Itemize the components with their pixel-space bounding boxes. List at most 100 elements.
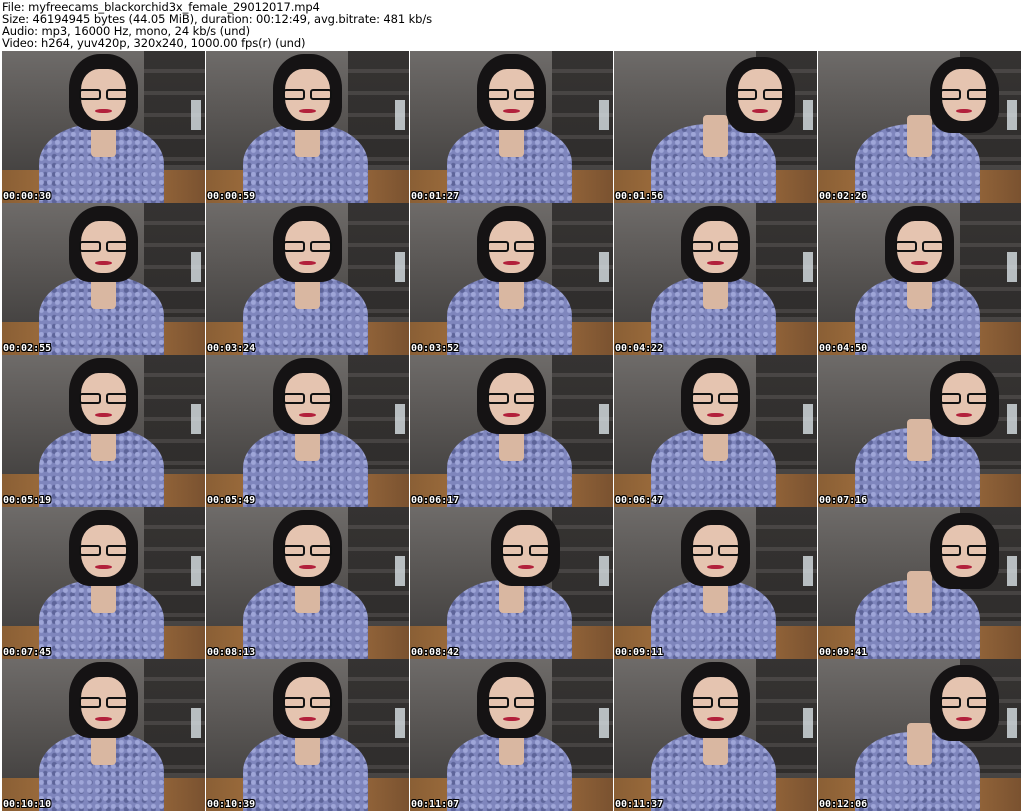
thumbnail-timestamp: 00:06:17 <box>411 495 460 506</box>
thumbnail-grid: 00:00:30 00:00:59 00:01:27 00:01:56 00:02:26… <box>2 51 1022 811</box>
video-thumbnail: 00:07:45 <box>2 507 205 659</box>
thumbnail-screen <box>395 251 405 282</box>
thumbnail-screen <box>395 99 405 130</box>
thumbnail-figure-neck <box>907 418 932 462</box>
thumbnail-figure-glasses <box>79 545 128 556</box>
thumbnail-timestamp: 00:03:24 <box>207 343 256 354</box>
thumbnail-figure-neck <box>907 114 932 158</box>
thumbnail-screen <box>191 251 201 282</box>
thumbnail-timestamp: 00:04:50 <box>819 343 868 354</box>
video-thumbnail: 00:00:59 <box>206 51 409 203</box>
thumbnail-figure-glasses <box>79 393 128 404</box>
thumbnail-screen <box>599 555 609 586</box>
video-thumbnail: 00:04:50 <box>818 203 1021 355</box>
video-thumbnail: 00:02:26 <box>818 51 1021 203</box>
thumbnail-screen <box>191 403 201 434</box>
video-thumbnail: 00:04:22 <box>614 203 817 355</box>
thumbnail-screen <box>191 99 201 130</box>
thumbnail-timestamp: 00:04:22 <box>615 343 664 354</box>
thumbnail-timestamp: 00:05:49 <box>207 495 256 506</box>
thumbnail-figure-glasses <box>735 89 785 100</box>
thumbnail-timestamp: 00:02:26 <box>819 191 868 202</box>
thumbnail-timestamp: 00:09:41 <box>819 647 868 658</box>
thumbnail-timestamp: 00:10:39 <box>207 799 256 810</box>
video-info-header: File: myfreecams_blackorchid3x_female_29… <box>0 0 1024 50</box>
video-thumbnail: 00:12:06 <box>818 659 1021 811</box>
thumbnail-screen <box>1007 251 1017 282</box>
thumbnail-figure-glasses <box>691 545 740 556</box>
thumbnail-figure-glasses <box>487 89 536 100</box>
thumbnail-figure-glasses <box>283 241 332 252</box>
thumbnail-timestamp: 00:12:06 <box>819 799 868 810</box>
thumbnail-figure-glasses <box>939 545 989 556</box>
thumbnail-timestamp: 00:01:27 <box>411 191 460 202</box>
thumbnail-figure-glasses <box>691 393 740 404</box>
thumbnail-figure-glasses <box>283 697 332 708</box>
video-thumbnail: 00:10:39 <box>206 659 409 811</box>
video-thumbnail: 00:09:11 <box>614 507 817 659</box>
thumbnail-screen <box>803 99 813 130</box>
thumbnail-figure-neck <box>907 722 932 766</box>
thumbnail-figure-glasses <box>487 697 536 708</box>
thumbnail-figure-glasses <box>79 697 128 708</box>
video-thumbnail: 00:09:41 <box>818 507 1021 659</box>
thumbnail-timestamp: 00:00:30 <box>3 191 52 202</box>
thumbnail-figure-neck <box>703 114 728 158</box>
video-thumbnail: 00:06:17 <box>410 355 613 507</box>
thumbnail-timestamp: 00:08:13 <box>207 647 256 658</box>
thumbnail-timestamp: 00:11:07 <box>411 799 460 810</box>
thumbnail-figure-glasses <box>283 89 332 100</box>
thumbnail-screen <box>1007 555 1017 586</box>
thumbnail-timestamp: 00:01:56 <box>615 191 664 202</box>
thumbnail-screen <box>599 99 609 130</box>
video-thumbnail: 00:06:47 <box>614 355 817 507</box>
video-thumbnail: 00:08:42 <box>410 507 613 659</box>
thumbnail-screen <box>1007 403 1017 434</box>
thumbnail-screen <box>1007 99 1017 130</box>
thumbnail-screen <box>191 555 201 586</box>
thumbnail-figure-glasses <box>283 393 332 404</box>
video-thumbnail: 00:07:16 <box>818 355 1021 507</box>
video-thumbnail: 00:10:10 <box>2 659 205 811</box>
thumbnail-timestamp: 00:09:11 <box>615 647 664 658</box>
thumbnail-screen <box>803 251 813 282</box>
video-thumbnail: 00:05:49 <box>206 355 409 507</box>
thumbnail-screen <box>191 707 201 738</box>
thumbnail-figure-glasses <box>79 89 128 100</box>
thumbnail-figure-glasses <box>939 393 989 404</box>
thumbnail-figure-glasses <box>487 241 536 252</box>
thumbnail-screen <box>599 251 609 282</box>
thumbnail-figure-glasses <box>691 241 740 252</box>
video-thumbnail: 00:11:07 <box>410 659 613 811</box>
thumbnail-figure-glasses <box>691 697 740 708</box>
thumbnail-figure-glasses <box>79 241 128 252</box>
video-thumbnail: 00:05:19 <box>2 355 205 507</box>
thumbnail-timestamp: 00:08:42 <box>411 647 460 658</box>
thumbnail-figure-glasses <box>939 89 989 100</box>
thumbnail-figure-glasses <box>283 545 332 556</box>
video-thumbnail: 00:02:55 <box>2 203 205 355</box>
thumbnail-timestamp: 00:00:59 <box>207 191 256 202</box>
thumbnail-figure-neck <box>907 570 932 614</box>
thumbnail-timestamp: 00:06:47 <box>615 495 664 506</box>
thumbnail-figure-glasses <box>895 241 944 252</box>
thumbnail-screen <box>803 403 813 434</box>
thumbnail-timestamp: 00:03:52 <box>411 343 460 354</box>
video-thumbnail: 00:08:13 <box>206 507 409 659</box>
thumbnail-timestamp: 00:05:19 <box>3 495 52 506</box>
video-thumbnail: 00:01:27 <box>410 51 613 203</box>
thumbnail-figure-glasses <box>501 545 551 556</box>
thumbnail-timestamp: 00:02:55 <box>3 343 52 354</box>
thumbnail-screen <box>599 403 609 434</box>
thumbnail-timestamp: 00:11:37 <box>615 799 664 810</box>
thumbnail-screen <box>803 707 813 738</box>
thumbnail-timestamp: 00:07:16 <box>819 495 868 506</box>
thumbnail-screen <box>395 707 405 738</box>
thumbnail-figure-glasses <box>487 393 536 404</box>
video-thumbnail: 00:11:37 <box>614 659 817 811</box>
video-info-line: Video: h264, yuv420p, 320x240, 1000.00 f… <box>2 36 306 50</box>
thumbnail-screen <box>803 555 813 586</box>
video-thumbnail: 00:03:24 <box>206 203 409 355</box>
thumbnail-screen <box>599 707 609 738</box>
thumbnail-screen <box>395 403 405 434</box>
